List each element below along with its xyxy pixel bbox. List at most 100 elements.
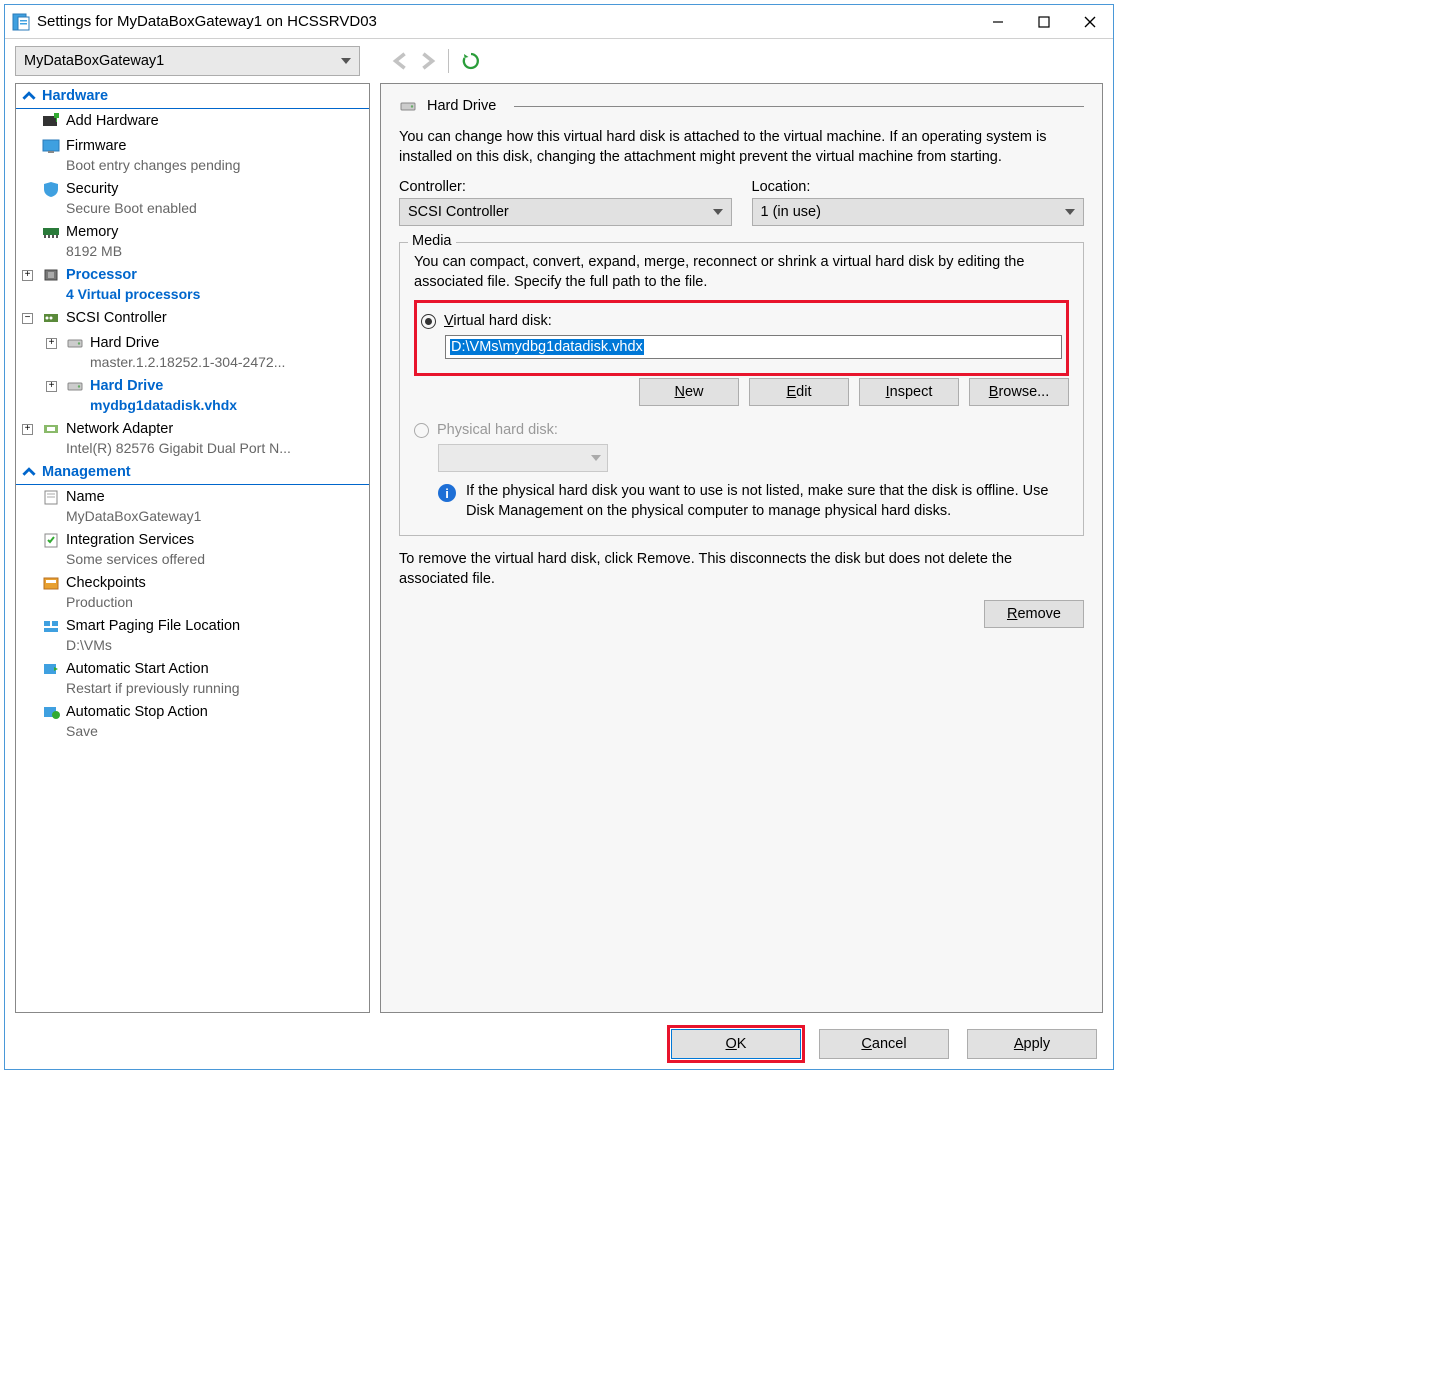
collapse-box-icon[interactable]: −	[22, 313, 33, 324]
title-divider	[514, 106, 1084, 107]
hardware-section-header[interactable]: Hardware	[16, 84, 369, 109]
network-icon	[42, 421, 60, 437]
tree-autostop-sub: Save	[42, 722, 369, 740]
tree-checkpoints-sub: Production	[42, 593, 369, 611]
titlebar: Settings for MyDataBoxGateway1 on HCSSRV…	[5, 5, 1113, 39]
autostart-icon	[42, 661, 60, 677]
chevron-down-icon	[1065, 209, 1075, 215]
location-label: Location:	[752, 179, 1085, 195]
remove-button[interactable]: Remove	[984, 600, 1084, 628]
tree-name-sub: MyDataBoxGateway1	[42, 507, 369, 525]
tree-checkpoints[interactable]: Checkpoints Production	[16, 571, 369, 614]
controller-select[interactable]: SCSI Controller	[399, 198, 732, 226]
nav-forward-button[interactable]	[418, 52, 436, 70]
media-legend: Media	[408, 233, 456, 249]
expand-icon[interactable]: +	[22, 424, 33, 435]
tree-integration[interactable]: Integration Services Some services offer…	[16, 528, 369, 571]
tree-network[interactable]: + Network Adapter Intel(R) 82576 Gigabit…	[16, 417, 369, 460]
expand-icon[interactable]: +	[46, 381, 57, 392]
shield-icon	[42, 181, 60, 197]
minimize-button[interactable]	[975, 6, 1021, 38]
checkpoint-icon	[42, 575, 60, 591]
expand-icon[interactable]: +	[46, 338, 57, 349]
tree-hd2-sub: mydbg1datadisk.vhdx	[66, 396, 369, 414]
tree-security-sub: Secure Boot enabled	[42, 199, 369, 217]
window-title: Settings for MyDataBoxGateway1 on HCSSRV…	[37, 13, 975, 30]
close-button[interactable]	[1067, 6, 1113, 38]
tree-add-hardware[interactable]: Add Hardware	[16, 109, 369, 134]
physical-disk-select	[438, 444, 608, 472]
maximize-button[interactable]	[1021, 6, 1067, 38]
vhd-radio-label: Virtual hard disk:	[444, 313, 552, 329]
disk-icon	[66, 378, 84, 394]
dialog-footer: OK Cancel Apply	[5, 1019, 1113, 1069]
vm-selected-text: MyDataBoxGateway1	[24, 53, 164, 69]
tree-autostop[interactable]: Automatic Stop Action Save	[16, 700, 369, 743]
physical-radio	[414, 423, 429, 438]
settings-window: Settings for MyDataBoxGateway1 on HCSSRV…	[4, 4, 1114, 1070]
ok-button[interactable]: OK	[671, 1029, 801, 1059]
inspect-button[interactable]: Inspect	[859, 378, 959, 406]
toolbar: MyDataBoxGateway1	[5, 39, 1113, 83]
management-section-header[interactable]: Management	[16, 460, 369, 485]
paging-icon	[42, 618, 60, 634]
tree-network-sub: Intel(R) 82576 Gigabit Dual Port N...	[42, 439, 369, 457]
expand-icon[interactable]: +	[22, 270, 33, 281]
tree-autostart-sub: Restart if previously running	[42, 679, 369, 697]
apply-button[interactable]: Apply	[967, 1029, 1097, 1059]
tree-firmware[interactable]: Firmware Boot entry changes pending	[16, 134, 369, 177]
settings-tree[interactable]: Hardware Add Hardware Firmware Boot entr…	[15, 83, 370, 1013]
add-hardware-icon	[42, 113, 60, 129]
app-icon	[11, 12, 31, 32]
tree-name[interactable]: Name MyDataBoxGateway1	[16, 485, 369, 528]
physical-radio-label: Physical hard disk:	[437, 422, 558, 438]
vhd-path-text: D:\VMs\mydbg1datadisk.vhdx	[450, 339, 644, 355]
vm-selector[interactable]: MyDataBoxGateway1	[15, 46, 360, 76]
new-button[interactable]: New	[639, 378, 739, 406]
highlight-vhd: Virtual hard disk: D:\VMs\mydbg1datadisk…	[414, 300, 1069, 376]
cancel-button[interactable]: Cancel	[819, 1029, 949, 1059]
monitor-icon	[42, 138, 60, 154]
tree-processor-sub: 4 Virtual processors	[42, 285, 369, 303]
tree-paging-sub: D:\VMs	[42, 636, 369, 654]
tree-processor[interactable]: + Processor 4 Virtual processors	[16, 263, 369, 306]
integration-icon	[42, 532, 60, 548]
tree-hd1[interactable]: + Hard Drive master.1.2.18252.1-304-2472…	[16, 331, 369, 374]
tree-memory-sub: 8192 MB	[42, 242, 369, 260]
tree-paging[interactable]: Smart Paging File Location D:\VMs	[16, 614, 369, 657]
physical-info-text: If the physical hard disk you want to us…	[466, 482, 1069, 521]
name-icon	[42, 489, 60, 505]
chevron-down-icon	[713, 209, 723, 215]
remove-description: To remove the virtual hard disk, click R…	[399, 550, 1084, 589]
vhd-path-input[interactable]: D:\VMs\mydbg1datadisk.vhdx	[445, 335, 1062, 359]
tree-security[interactable]: Security Secure Boot enabled	[16, 177, 369, 220]
disk-icon	[66, 335, 84, 351]
pane-title-text: Hard Drive	[427, 98, 496, 114]
tree-hd1-sub: master.1.2.18252.1-304-2472...	[66, 353, 369, 371]
memory-icon	[42, 224, 60, 240]
collapse-icon	[22, 465, 36, 479]
tree-scsi[interactable]: − SCSI Controller	[16, 306, 369, 331]
chevron-down-icon	[591, 455, 601, 461]
tree-autostart[interactable]: Automatic Start Action Restart if previo…	[16, 657, 369, 700]
disk-icon	[399, 98, 417, 114]
media-fieldset: Media You can compact, convert, expand, …	[399, 242, 1084, 536]
nav-back-button[interactable]	[392, 52, 410, 70]
tree-hd2[interactable]: + Hard Drive mydbg1datadisk.vhdx	[16, 374, 369, 417]
cpu-icon	[42, 267, 60, 283]
tree-firmware-sub: Boot entry changes pending	[42, 156, 369, 174]
pane-description: You can change how this virtual hard dis…	[399, 128, 1084, 167]
chevron-down-icon	[341, 58, 351, 64]
media-description: You can compact, convert, expand, merge,…	[414, 253, 1069, 292]
toolbar-divider	[448, 49, 449, 73]
info-icon: i	[438, 484, 456, 502]
location-select[interactable]: 1 (in use)	[752, 198, 1085, 226]
controller-icon	[42, 310, 60, 326]
tree-memory[interactable]: Memory 8192 MB	[16, 220, 369, 263]
refresh-button[interactable]	[461, 51, 481, 71]
vhd-radio[interactable]	[421, 314, 436, 329]
content-pane: Hard Drive You can change how this virtu…	[380, 83, 1103, 1013]
edit-button[interactable]: Edit	[749, 378, 849, 406]
browse-button[interactable]: Browse...	[969, 378, 1069, 406]
controller-label: Controller:	[399, 179, 732, 195]
